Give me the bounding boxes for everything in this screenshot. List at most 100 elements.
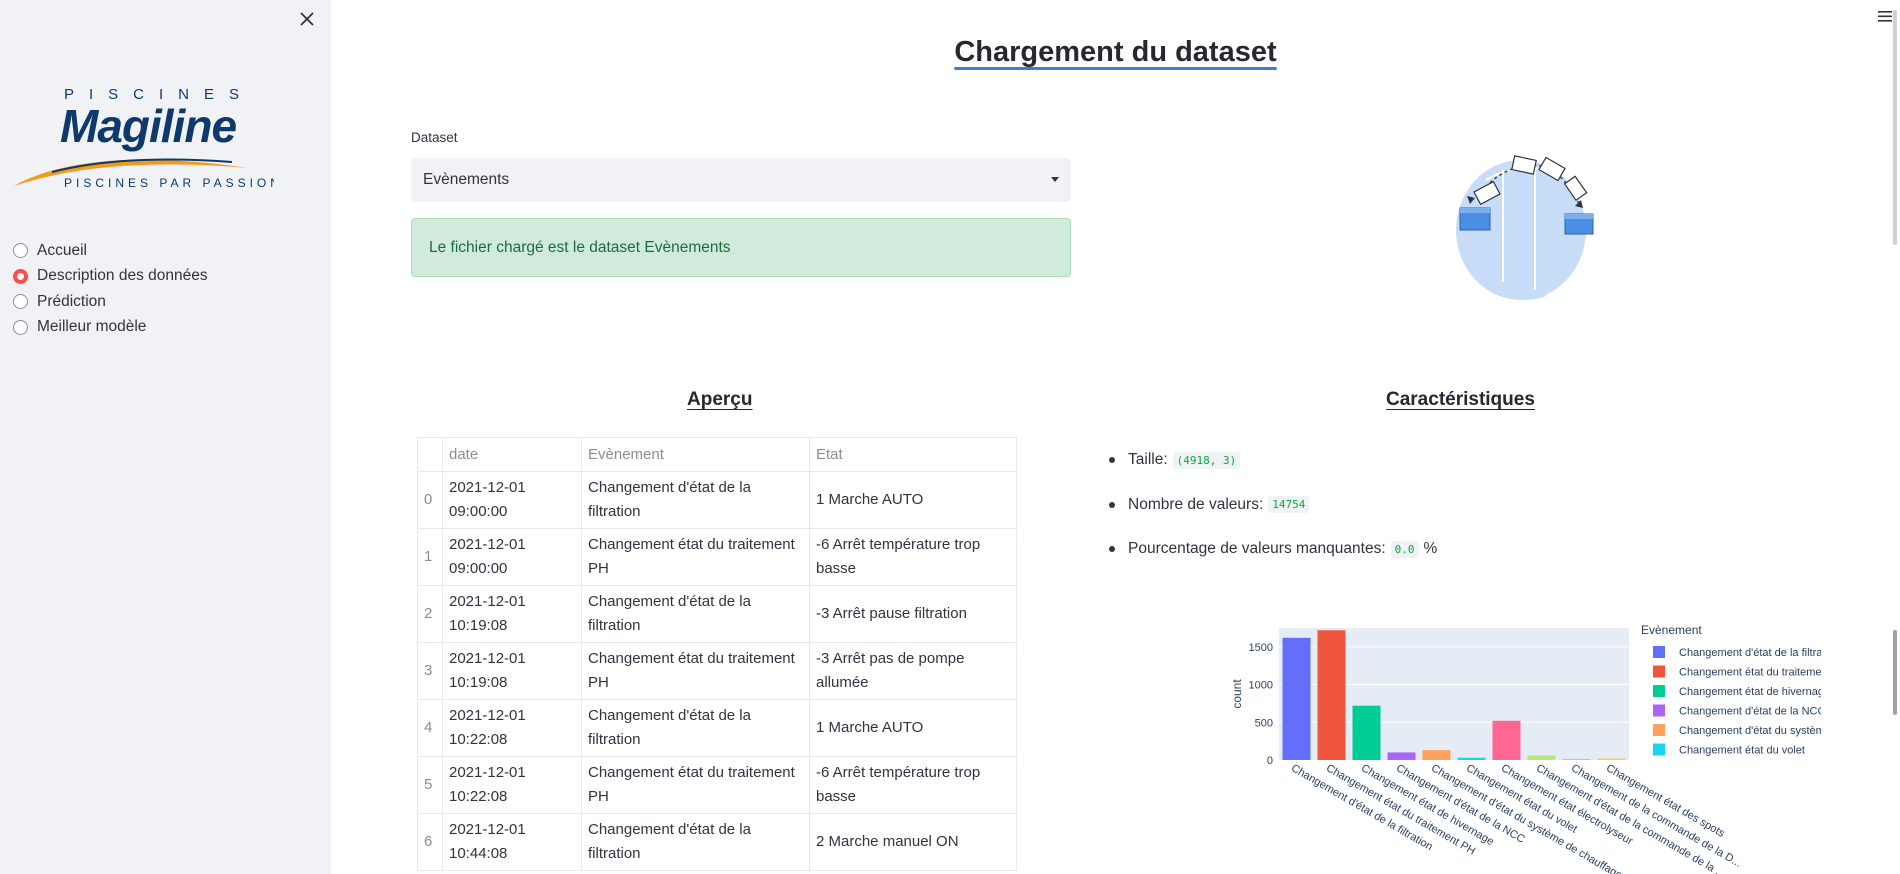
y-tick-label: 0: [1267, 755, 1273, 767]
table-row[interactable]: 5 2021-12-01 10:22:08 Changement état du …: [417, 756, 1017, 814]
page-title: Chargement du dataset: [954, 36, 1277, 68]
y-tick-label: 1500: [1249, 642, 1273, 654]
header-evenement[interactable]: Evènement: [581, 437, 810, 472]
scrollbar-thumb-active[interactable]: [1893, 630, 1897, 715]
cell-date: 2021-12-01 09:00:00: [442, 471, 582, 529]
radio-button[interactable]: [13, 319, 28, 335]
cell-evenement: Changement d'état de la filtration: [581, 813, 810, 871]
bar: [1562, 758, 1591, 760]
bar: [1352, 705, 1381, 760]
close-icon[interactable]: [296, 8, 318, 30]
legend-item-label: Changement d'état du système de chauffag…: [1679, 725, 1821, 737]
dataset-select-value: Evènements: [423, 171, 510, 188]
app-root: PISCINES Magiline PISCINES PAR PASSION A…: [0, 0, 1900, 874]
cell-date: 2021-12-01 09:00:00: [442, 528, 582, 586]
cell-evenement: Changement état du traitement PH: [581, 528, 810, 586]
cell-etat: -6 Arrêt température trop basse: [809, 528, 1017, 586]
nav-label: Accueil: [37, 241, 87, 259]
success-message: Le fichier chargé est le dataset Evèneme…: [429, 238, 731, 256]
cell-evenement: Changement d'état de la filtration: [581, 699, 810, 757]
caret-down-icon: [1051, 177, 1059, 182]
legend-item-label: Changement état du volet: [1679, 745, 1805, 757]
legend-item-label: Changement état du traitement PH: [1679, 667, 1821, 679]
cell-etat: -3 Arrêt pas de pompe allumée: [809, 642, 1017, 700]
legend-item-label: Changement d'état de la filtration: [1679, 647, 1821, 659]
table-header-row: date Evènement Etat: [417, 437, 1017, 472]
cell-evenement: Changement état du traitement PH: [581, 642, 810, 700]
nav-label: Description des données: [37, 267, 208, 285]
row-index: 5: [417, 756, 443, 814]
radio-button[interactable]: [13, 294, 28, 310]
legend-swatch: [1653, 665, 1665, 678]
cell-date: 2021-12-01 10:19:08: [442, 642, 582, 700]
header-etat[interactable]: Etat: [809, 437, 1017, 472]
legend-swatch: [1653, 743, 1665, 756]
y-axis-label: count: [1230, 679, 1244, 709]
magiline-logo: PISCINES Magiline PISCINES PAR PASSION: [14, 86, 274, 190]
nav-meilleur-modele[interactable]: Meilleur modèle: [13, 315, 208, 341]
char-value: (4918, 3): [1172, 451, 1241, 469]
y-tick-label: 500: [1255, 717, 1273, 729]
legend-item-label: Changement état de hivernage: [1679, 686, 1821, 698]
char-value: 0.0: [1390, 540, 1419, 558]
cell-evenement: Changement d'état de la filtration: [581, 471, 810, 529]
table-row[interactable]: 4 2021-12-01 10:22:08 Changement d'état d…: [417, 699, 1017, 757]
char-label: Pourcentage de valeurs manquantes:: [1128, 540, 1386, 558]
row-index: 6: [417, 813, 443, 871]
cell-evenement: Changement état du traitement PH: [581, 756, 810, 814]
table-row[interactable]: 2 2021-12-01 10:19:08 Changement d'état d…: [417, 585, 1017, 643]
table-row[interactable]: 1 2021-12-01 09:00:00 Changement état du …: [417, 528, 1017, 586]
data-transfer-illustration: [1456, 155, 1594, 300]
nav-label: Meilleur modèle: [37, 318, 147, 336]
char-label: Nombre de valeurs:: [1128, 495, 1264, 513]
bar: [1597, 758, 1626, 760]
nav-radio-group: Accueil Description des données Prédicti…: [13, 238, 208, 340]
success-alert: Le fichier chargé est le dataset Evèneme…: [411, 218, 1071, 277]
legend-title: Evènement: [1641, 623, 1702, 637]
legend-swatch: [1653, 704, 1665, 717]
cell-etat: 1 Marche AUTO: [809, 699, 1017, 757]
svg-text:PISCINES PAR PASSION: PISCINES PAR PASSION: [64, 176, 274, 190]
event-count-bar-chart[interactable]: 0 500 1000 1500 count Changement d'état de la…: [1101, 620, 1821, 874]
bar: [1317, 630, 1346, 760]
nav-accueil[interactable]: Accueil: [13, 238, 208, 264]
nav-prediction[interactable]: Prédiction: [13, 289, 208, 315]
legend-swatch: [1653, 724, 1665, 736]
cell-date: 2021-12-01 10:19:08: [442, 585, 582, 643]
cell-etat: 2 Marche manuel ON: [809, 813, 1017, 871]
header-date[interactable]: date: [442, 437, 582, 472]
char-suffix: %: [1423, 540, 1438, 558]
char-nombre-valeurs: Nombre de valeurs: 14754: [1104, 483, 1437, 528]
row-index: 0: [417, 471, 443, 529]
radio-button[interactable]: [13, 243, 28, 259]
cell-etat: -3 Arrêt pause filtration: [809, 585, 1017, 643]
row-index: 3: [417, 642, 443, 700]
row-index: 4: [417, 699, 443, 757]
legend-swatch: [1653, 646, 1665, 658]
table-row[interactable]: 6 2021-12-01 10:44:08 Changement d'état d…: [417, 813, 1017, 871]
cell-date: 2021-12-01 10:22:08: [442, 756, 582, 814]
y-tick-label: 1000: [1249, 680, 1273, 692]
table-row[interactable]: 3 2021-12-01 10:19:08 Changement état du …: [417, 642, 1017, 700]
radio-button-selected[interactable]: [13, 268, 28, 284]
sidebar: PISCINES Magiline PISCINES PAR PASSION A…: [0, 0, 331, 874]
cell-etat: -6 Arrêt température trop basse: [809, 756, 1017, 814]
char-pourcentage-manquantes: Pourcentage de valeurs manquantes: 0.0 %: [1104, 527, 1437, 572]
scrollbar[interactable]: [1888, 0, 1900, 874]
char-value: 14754: [1268, 496, 1310, 514]
bar: [1422, 750, 1451, 760]
row-index: 2: [417, 585, 443, 643]
dataset-select[interactable]: Evènements: [411, 158, 1071, 202]
cell-evenement: Changement d'état de la filtration: [581, 585, 810, 643]
main-content: Chargement du dataset Dataset Evènements…: [331, 0, 1900, 874]
apercu-title: Aperçu: [687, 389, 753, 410]
table-row[interactable]: 0 2021-12-01 09:00:00 Changement d'état d…: [417, 471, 1017, 529]
caracteristiques-title: Caractéristiques: [1386, 389, 1535, 410]
bar: [1492, 720, 1521, 760]
header-index: [417, 437, 443, 472]
bar: [1457, 757, 1486, 760]
dataset-label: Dataset: [411, 130, 458, 145]
cell-date: 2021-12-01 10:44:08: [442, 813, 582, 871]
row-index: 1: [417, 528, 443, 586]
nav-description-des-donnees[interactable]: Description des données: [13, 264, 208, 290]
